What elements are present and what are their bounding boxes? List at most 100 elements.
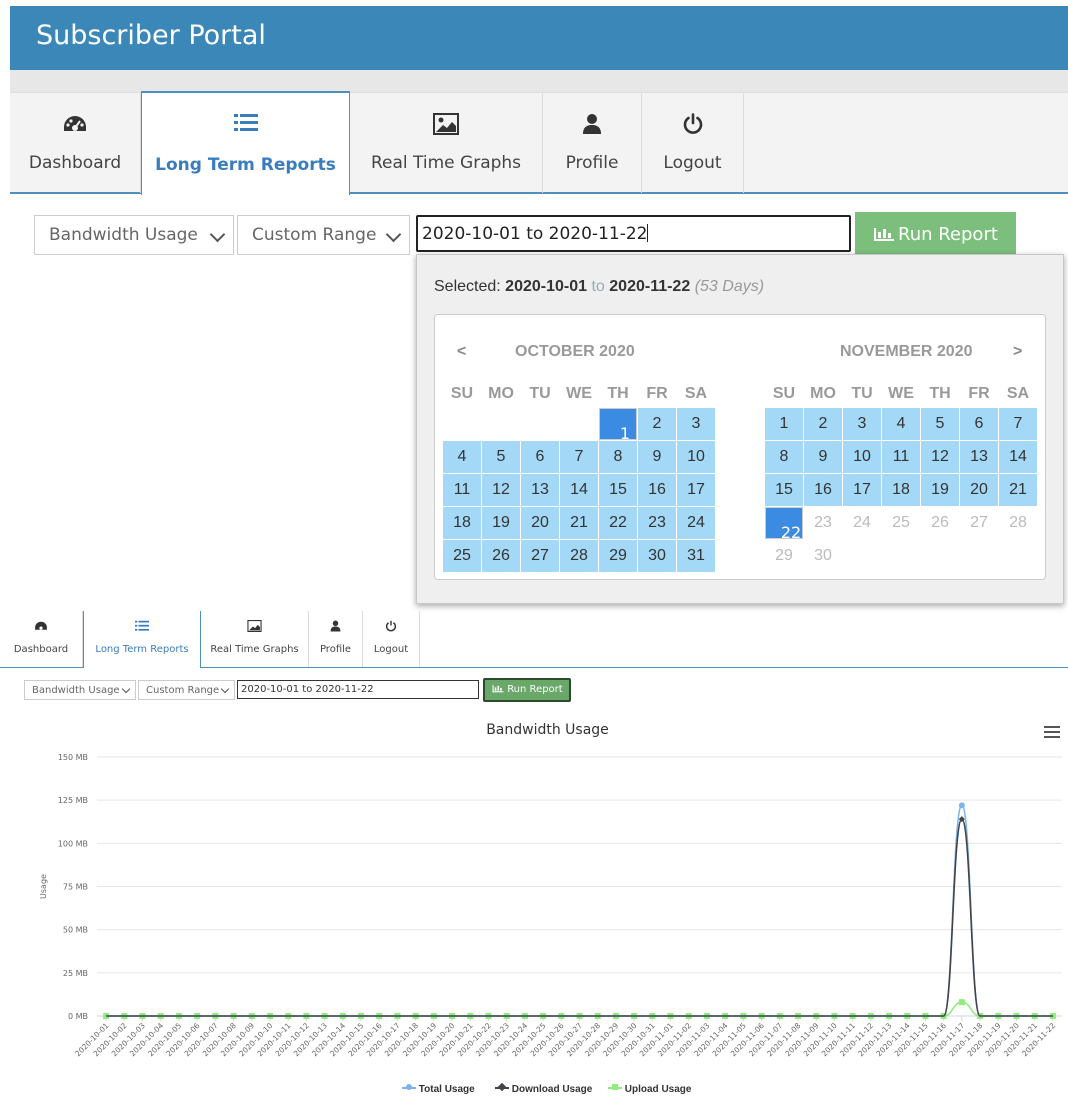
calendar-day[interactable]: 25 — [443, 540, 481, 572]
calendar-day[interactable]: 17 — [843, 474, 881, 506]
calendar-day[interactable]: 26 — [482, 540, 520, 572]
calendar-day[interactable]: 15 — [765, 474, 803, 506]
calendar-day[interactable]: 2 — [638, 408, 676, 440]
series-line — [106, 818, 1053, 1017]
calendar-day[interactable]: 24 — [843, 507, 881, 539]
range-type-value: Custom Range — [146, 685, 220, 696]
calendar-day[interactable]: 19 — [921, 474, 959, 506]
date-range-input[interactable]: 2020-10-01 to 2020-11-22 — [416, 215, 851, 252]
calendar-day[interactable]: 3 — [677, 408, 715, 440]
calendar-day[interactable]: 29 — [599, 540, 637, 572]
calendar-day[interactable]: 5 — [921, 408, 959, 440]
calendar-day[interactable]: 5 — [482, 441, 520, 473]
calendar-day[interactable]: 2 — [804, 408, 842, 440]
legend-total-usage[interactable]: Total Usage — [402, 1084, 475, 1095]
calendar-day[interactable]: 23 — [804, 507, 842, 539]
tab-dashboard[interactable]: Dashboard — [0, 611, 83, 667]
prev-month-button[interactable]: < — [457, 343, 466, 361]
calendar-day[interactable]: 26 — [921, 507, 959, 539]
legend-label: Download Usage — [511, 1084, 593, 1095]
calendar-day[interactable]: 9 — [804, 441, 842, 473]
weekday-label: FR — [968, 385, 990, 402]
calendar-day[interactable]: 9 — [638, 441, 676, 473]
calendar-day[interactable]: 12 — [921, 441, 959, 473]
tab-logout[interactable]: Logout — [363, 611, 420, 667]
chevron-down-icon — [209, 226, 226, 243]
calendar-day[interactable]: 4 — [443, 441, 481, 473]
calendar-day[interactable]: 23 — [638, 507, 676, 539]
calendar-day[interactable]: 22 — [599, 507, 637, 539]
calendar-day[interactable]: 16 — [638, 474, 676, 506]
calendar-day[interactable]: 11 — [882, 441, 920, 473]
tab-profile[interactable]: Profile — [543, 93, 642, 193]
calendar-day[interactable]: 21 — [999, 474, 1037, 506]
calendar-day[interactable]: 30 — [638, 540, 676, 572]
calendar-day[interactable]: 4 — [882, 408, 920, 440]
calendar-day[interactable]: 1 — [599, 408, 637, 443]
run-report-button[interactable]: Run Report — [855, 212, 1016, 256]
legend-download-usage[interactable]: Download Usage — [495, 1082, 593, 1095]
report-type-select[interactable]: Bandwidth Usage — [24, 680, 136, 700]
calendar-day[interactable]: 22 — [765, 507, 803, 542]
tab-long-term-reports[interactable]: Long Term Reports — [141, 91, 350, 195]
data-point — [958, 999, 965, 1006]
calendar-day[interactable]: 8 — [765, 441, 803, 473]
calendar-day[interactable]: 31 — [677, 540, 715, 572]
weekday-label: WE — [888, 385, 914, 402]
calendar-day[interactable]: 10 — [843, 441, 881, 473]
calendar-day[interactable]: 18 — [882, 474, 920, 506]
calendar-day[interactable]: 12 — [482, 474, 520, 506]
tab-real-time-graphs[interactable]: Real Time Graphs — [201, 611, 309, 667]
calendar-day[interactable]: 6 — [521, 441, 559, 473]
run-report-button[interactable]: Run Report — [483, 678, 571, 702]
range-type-select[interactable]: Custom Range — [237, 215, 410, 255]
calendar-day[interactable]: 21 — [560, 507, 598, 539]
date-range-input[interactable]: 2020-10-01 to 2020-11-22 — [237, 680, 479, 699]
calendar-day[interactable]: 29 — [765, 540, 803, 572]
calendar-day[interactable]: 13 — [960, 441, 998, 473]
calendar-day[interactable]: 13 — [521, 474, 559, 506]
range-type-select[interactable]: Custom Range — [138, 680, 235, 700]
calendar-day[interactable]: 10 — [677, 441, 715, 473]
calendar-day[interactable]: 7 — [999, 408, 1037, 440]
calendar-day[interactable]: 30 — [804, 540, 842, 572]
run-report-label: Run Report — [898, 224, 998, 245]
calendar-day[interactable]: 16 — [804, 474, 842, 506]
next-month-button[interactable]: > — [1013, 343, 1022, 361]
legend-upload-usage[interactable]: Upload Usage — [608, 1084, 691, 1095]
calendar-day[interactable]: 18 — [443, 507, 481, 539]
tab-long-term-reports[interactable]: Long Term Reports — [83, 611, 201, 668]
calendar-day[interactable]: 28 — [999, 507, 1037, 539]
calendar-day[interactable]: 11 — [443, 474, 481, 506]
calendar-day[interactable]: 7 — [560, 441, 598, 473]
report-type-select[interactable]: Bandwidth Usage — [34, 215, 234, 255]
calendar-day[interactable]: 25 — [882, 507, 920, 539]
dashboard-icon — [10, 113, 140, 139]
tab-label: Logout — [373, 644, 409, 655]
calendar-day[interactable]: 20 — [960, 474, 998, 506]
calendar-day[interactable]: 14 — [560, 474, 598, 506]
tab-label: Profile — [319, 644, 352, 655]
calendar-day[interactable]: 28 — [560, 540, 598, 572]
calendar-day[interactable]: 27 — [960, 507, 998, 539]
calendar-day[interactable]: 8 — [599, 441, 637, 473]
calendar-day[interactable]: 17 — [677, 474, 715, 506]
calendar-day[interactable]: 14 — [999, 441, 1037, 473]
calendar-day[interactable]: 27 — [521, 540, 559, 572]
report-type-value: Bandwidth Usage — [32, 685, 120, 696]
tab-dashboard[interactable]: Dashboard — [10, 93, 141, 193]
calendar-day[interactable]: 6 — [960, 408, 998, 440]
tab-real-time-graphs[interactable]: Real Time Graphs — [350, 93, 543, 193]
secondary-tabs: Dashboard Long Term Reports Real Time Gr… — [0, 611, 1068, 668]
tab-profile[interactable]: Profile — [309, 611, 363, 667]
power-icon — [642, 113, 743, 139]
y-tick-label: 100 MB — [58, 839, 88, 848]
calendar-day[interactable]: 20 — [521, 507, 559, 539]
calendar-day[interactable]: 1 — [765, 408, 803, 440]
calendar-day[interactable]: 3 — [843, 408, 881, 440]
data-point — [958, 802, 965, 809]
tab-logout[interactable]: Logout — [642, 93, 744, 193]
calendar-day[interactable]: 24 — [677, 507, 715, 539]
calendar-day[interactable]: 15 — [599, 474, 637, 506]
calendar-day[interactable]: 19 — [482, 507, 520, 539]
